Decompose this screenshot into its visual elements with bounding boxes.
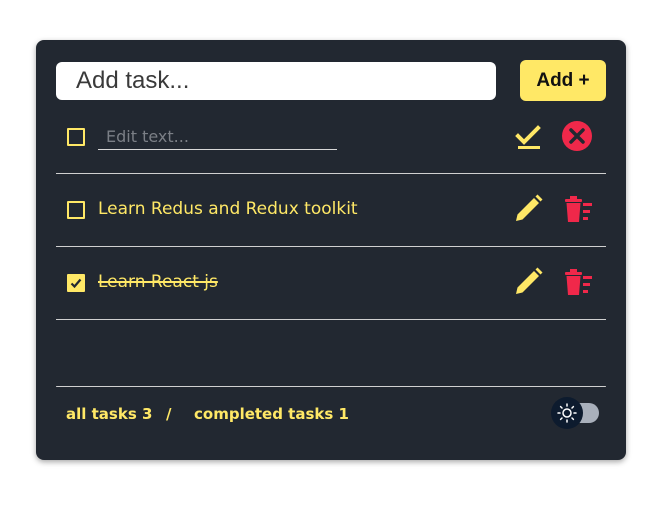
todo-card: Add + Learn Redus and Redux toolkit [36, 40, 626, 460]
all-tasks-count: all tasks 3 [66, 405, 153, 423]
task-row-editing [56, 100, 606, 173]
footer-divider [56, 386, 606, 387]
task-checkbox[interactable] [67, 128, 85, 146]
trash-icon[interactable] [559, 264, 595, 300]
add-task-input[interactable] [56, 62, 496, 100]
task-row: Learn Redus and Redux toolkit [56, 173, 606, 246]
trash-icon[interactable] [559, 191, 595, 227]
add-task-button[interactable]: Add + [520, 60, 606, 101]
task-row-completed: Learn React js [56, 246, 606, 319]
task-text: Learn Redus and Redux toolkit [98, 199, 358, 219]
pencil-icon[interactable] [510, 264, 546, 300]
row-divider [56, 319, 606, 320]
check-icon[interactable] [510, 118, 546, 154]
completed-tasks-count: completed tasks 1 [194, 405, 349, 423]
checkmark-icon [70, 278, 82, 289]
task-text: Learn React js [98, 272, 218, 292]
task-checkbox-checked[interactable] [67, 274, 85, 292]
pencil-icon[interactable] [510, 191, 546, 227]
edit-task-input[interactable] [98, 124, 337, 150]
theme-toggle-knob[interactable] [551, 397, 583, 429]
footer-separator: / [166, 405, 172, 423]
task-checkbox[interactable] [67, 201, 85, 219]
close-circle-icon[interactable] [559, 118, 595, 154]
sun-icon [557, 403, 577, 423]
